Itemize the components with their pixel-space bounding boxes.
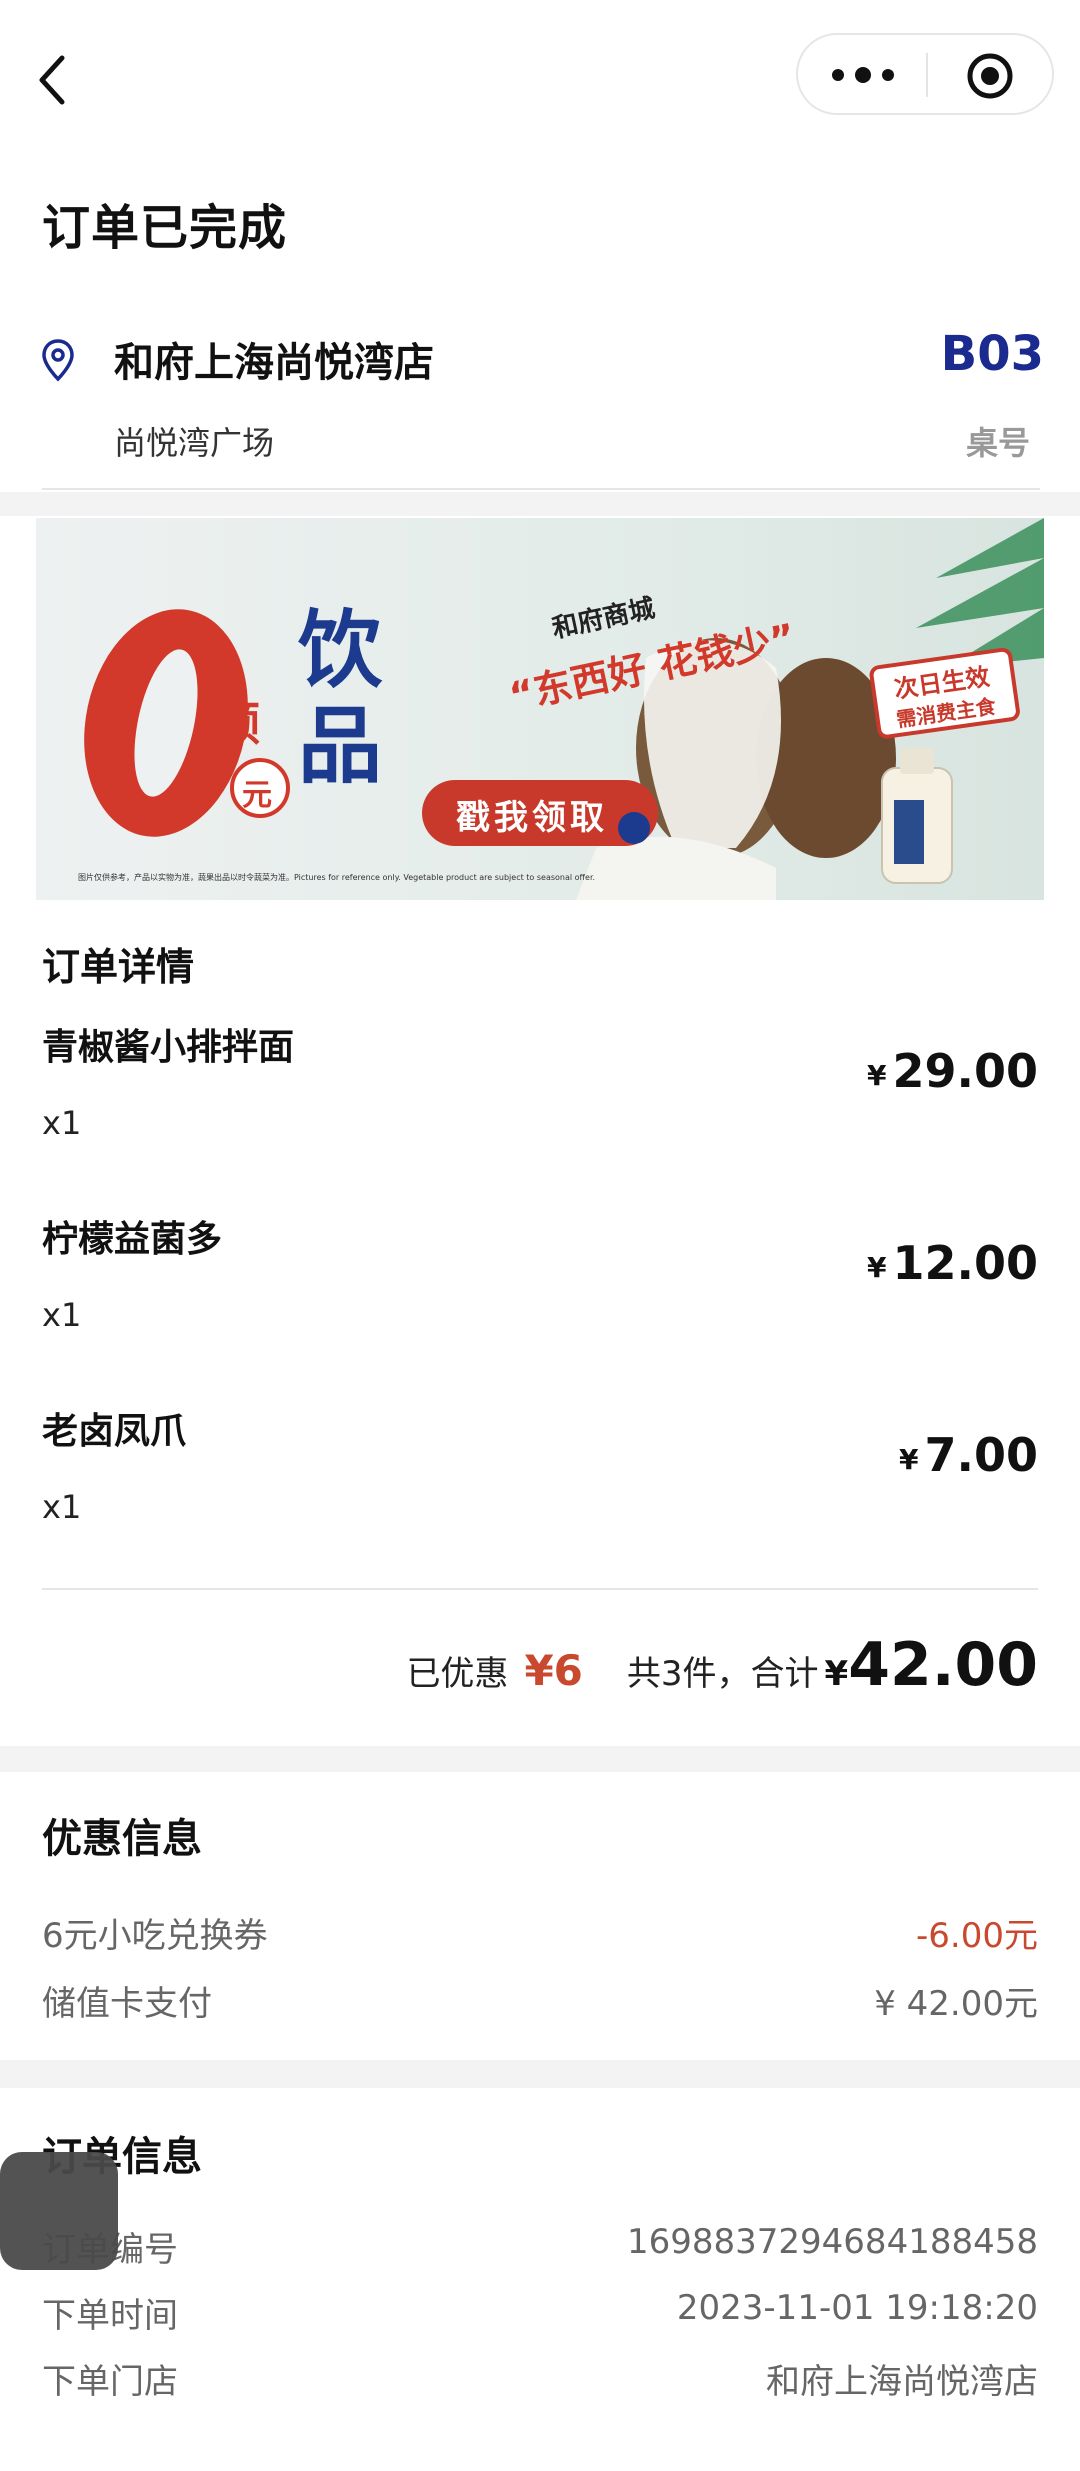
mini-program-capsule: [796, 33, 1054, 115]
item-price: ¥29.00: [867, 1044, 1038, 1098]
payment-method-label: 储值卡支付: [42, 1984, 212, 2024]
item-qty: x1: [42, 1296, 82, 1334]
location-pin-icon: [40, 338, 76, 382]
item-name: 老卤凤爪: [42, 1411, 187, 1452]
section-gap: [0, 1746, 1080, 1772]
currency-symbol: ¥: [867, 1251, 887, 1284]
banner-get: 领: [214, 697, 260, 751]
coupon-label: 6元小吃兑换券: [42, 1916, 268, 1956]
section-gap: [0, 2060, 1080, 2088]
order-summary: 已优惠 ¥6 共3件，合计 ¥ 42.00: [406, 1630, 1038, 1700]
record-target-icon[interactable]: [966, 52, 1014, 100]
item-name: 青椒酱小排拌面: [42, 1027, 295, 1068]
currency-symbol: ¥: [824, 1654, 849, 1694]
capsule-divider: [926, 53, 928, 97]
item-price: ¥12.00: [867, 1236, 1038, 1290]
banner-drink: 饮品: [298, 600, 383, 795]
banner-disclaimer: 图片仅供参考，产品以实物为准，蔬果出品以时令蔬菜为准。Pictures for …: [78, 873, 596, 882]
order-time-value: 2023-11-01 19:18:20: [676, 2288, 1038, 2328]
table-number: B03: [940, 326, 1044, 382]
page-title: 订单已完成: [42, 200, 288, 256]
price-value: 29.00: [892, 1044, 1038, 1098]
discount-label: 已优惠: [406, 1654, 509, 1694]
item-qty: x1: [42, 1104, 82, 1142]
order-details-title: 订单详情: [42, 945, 195, 989]
back-button[interactable]: [30, 50, 80, 110]
banner-yuan: 元: [242, 778, 272, 813]
item-price: ¥7.00: [899, 1428, 1038, 1482]
divider: [42, 1588, 1038, 1590]
discount-amount: ¥6: [524, 1646, 583, 1695]
order-store-label: 下单门店: [42, 2362, 178, 2402]
coupon-value: -6.00元: [916, 1916, 1038, 1956]
price-value: 7.00: [924, 1428, 1039, 1482]
item-qty: x1: [42, 1488, 82, 1526]
price-value: 12.00: [892, 1236, 1038, 1290]
currency-symbol: ¥: [899, 1443, 919, 1476]
total-amount: 42.00: [848, 1630, 1038, 1700]
banner-cta-button[interactable]: 戳我领取: [456, 790, 608, 839]
store-name: 和府上海尚悦湾店: [114, 340, 434, 386]
order-store-value: 和府上海尚悦湾店: [766, 2362, 1038, 2402]
store-location: 尚悦湾广场: [114, 424, 275, 462]
table-label: 桌号: [965, 424, 1030, 462]
back-icon: [39, 55, 65, 105]
section-gap: [0, 492, 1080, 516]
order-number-value: 1698837294684188458: [626, 2222, 1038, 2262]
divider: [42, 488, 1040, 490]
payment-amount: ¥ 42.00元: [874, 1984, 1038, 2024]
item-name: 柠檬益菌多: [42, 1219, 223, 1260]
promo-banner[interactable]: 领 元 饮品 和府商城 “东西好 花钱少” 戳我领取 次日生效 需消费主食 图片…: [36, 518, 1044, 900]
order-time-label: 下单时间: [42, 2296, 178, 2336]
item-count-label: 共3件，合计: [626, 1654, 819, 1694]
discount-info-title: 优惠信息: [42, 1816, 202, 1862]
more-dots-icon[interactable]: [828, 63, 898, 87]
floating-action-button[interactable]: [0, 2152, 118, 2270]
currency-symbol: ¥: [867, 1059, 887, 1092]
